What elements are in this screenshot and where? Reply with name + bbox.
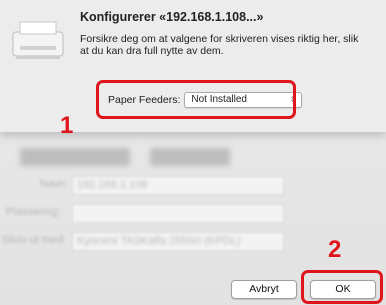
print-using-label: Skriv ut med: [2,234,67,246]
ok-button[interactable]: OK [310,280,376,299]
name-label: Navn: [40,178,69,190]
name-field: 192.168.1.108 [72,176,284,195]
step-marker-1: 1 [60,112,74,139]
location-label: Plassering: [6,206,61,218]
step-marker-2: 2 [328,236,342,263]
highlight-box-1 [96,80,296,119]
dialog-description: Forsikre deg om at valgene for skriveren… [80,33,359,57]
cancel-button[interactable]: Avbryt [231,280,297,299]
print-using-value: Kyocera TASKalfa 2550ci (KPDL) [77,235,241,247]
printer-icon [12,21,64,59]
name-value: 192.168.1.108 [77,179,148,191]
dialog-title: Konfigurerer «192.168.1.108...» [80,10,264,24]
print-using-field: Kyocera TASKalfa 2550ci (KPDL) [72,232,284,251]
location-field [72,204,284,223]
blurred-tab-bar [150,148,230,166]
blurred-tab-bar [20,148,130,166]
